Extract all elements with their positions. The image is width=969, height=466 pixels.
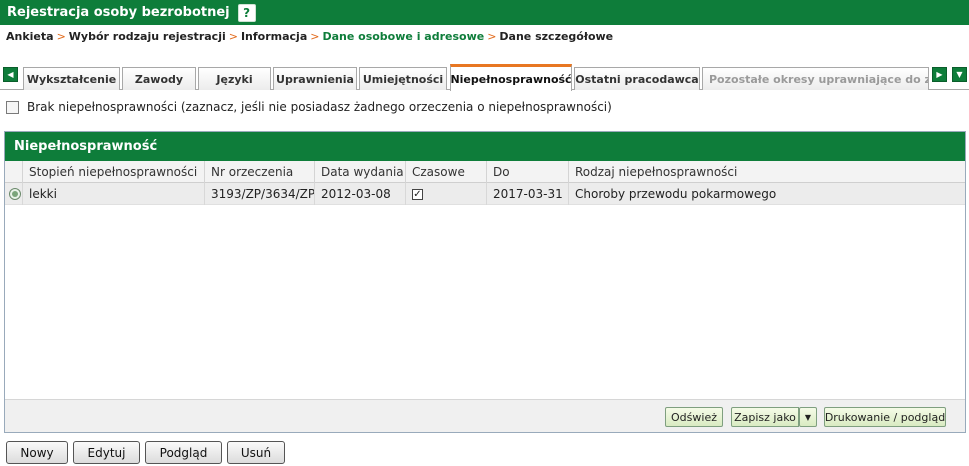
cell-do: 2017-03-31: [487, 183, 569, 205]
triangle-down-icon: ▼: [956, 69, 963, 79]
row-radio-button[interactable]: [9, 188, 21, 200]
tab-pozostale-okresy[interactable]: Pozostałe okresy uprawniające do zasi: [702, 67, 929, 90]
cell-czasowe: ✓: [406, 183, 487, 205]
chevron-down-icon: ▼: [804, 412, 812, 422]
tab-zawody[interactable]: Zawody: [122, 67, 196, 90]
tab-menu-button[interactable]: ▼: [952, 67, 967, 82]
preview-button[interactable]: Podgląd: [145, 441, 222, 464]
cell-nr-orzeczenia: 3193/ZP/3634/ZP: [205, 183, 315, 205]
panel-footer: Odśwież Zapisz jako ▼ Drukowanie / podgl…: [5, 399, 965, 432]
print-preview-button[interactable]: Drukowanie / podgląd: [824, 407, 946, 427]
tab-umiejetnosci[interactable]: Umiejętności: [359, 67, 447, 90]
panel-title: Niepełnosprawność: [5, 132, 965, 161]
delete-button[interactable]: Usuń: [227, 441, 285, 464]
czasowe-checkbox: ✓: [412, 189, 423, 200]
selector-column-header: [5, 161, 23, 183]
save-as-button[interactable]: Zapisz jako: [731, 407, 799, 427]
row-selector-cell[interactable]: [5, 183, 23, 205]
breadcrumb-item-ankieta[interactable]: Ankieta: [6, 30, 54, 43]
tab-wyksztalcenie[interactable]: Wykształcenie: [23, 67, 120, 90]
tab-ostatni-pracodawca[interactable]: Ostatni pracodawca: [574, 67, 700, 90]
no-disability-checkbox[interactable]: [6, 100, 19, 114]
column-header-stopien[interactable]: Stopień niepełnosprawności: [23, 161, 205, 183]
breadcrumb-item-dane-osobowe[interactable]: Dane osobowe i adresowe: [322, 30, 484, 43]
tab-uprawnienia[interactable]: Uprawnienia: [273, 67, 357, 90]
tab-scroll-left-button[interactable]: ◀: [3, 67, 18, 82]
table-row[interactable]: lekki 3193/ZP/3634/ZP 2012-03-08 ✓ 2017-…: [5, 183, 965, 205]
breadcrumb-separator: >: [487, 30, 497, 43]
edit-button[interactable]: Edytuj: [73, 441, 140, 464]
help-button[interactable]: ?: [237, 3, 256, 22]
tab-jezyki[interactable]: Języki: [198, 67, 271, 90]
app-title: Rejestracja osoby bezrobotnej: [7, 5, 230, 20]
no-disability-label: Brak niepełnosprawności (zaznacz, jeśli …: [27, 100, 612, 114]
tab-scroll-right-button[interactable]: ▶: [932, 67, 947, 82]
column-header-data-wydania[interactable]: Data wydania: [315, 161, 406, 183]
triangle-right-icon: ▶: [936, 69, 943, 79]
breadcrumb-item-dane-szczegolowe: Dane szczegółowe: [499, 30, 614, 43]
refresh-button[interactable]: Odśwież: [665, 407, 723, 427]
save-as-dropdown-button[interactable]: ▼: [799, 407, 817, 427]
title-bar: Rejestracja osoby bezrobotnej ?: [0, 0, 969, 25]
no-disability-option[interactable]: Brak niepełnosprawności (zaznacz, jeśli …: [6, 99, 612, 115]
cell-stopien: lekki: [23, 183, 205, 205]
breadcrumb-item-wybor[interactable]: Wybór rodzaju rejestracji: [69, 30, 226, 43]
tab-niepelnosprawnosc[interactable]: Niepełnosprawność: [450, 64, 572, 91]
tab-bar: ◀ Wykształcenie Zawody Języki Uprawnieni…: [0, 64, 969, 91]
column-header-do[interactable]: Do: [487, 161, 569, 183]
breadcrumb-separator: >: [310, 30, 320, 43]
column-header-nr-orzeczenia[interactable]: Nr orzeczenia: [205, 161, 315, 183]
grid-header: Stopień niepełnosprawności Nr orzeczenia…: [5, 161, 965, 183]
disability-panel: Niepełnosprawność Stopień niepełnosprawn…: [4, 131, 966, 433]
breadcrumb-item-informacja[interactable]: Informacja: [241, 30, 307, 43]
column-header-rodzaj[interactable]: Rodzaj niepełnosprawności: [569, 161, 965, 183]
breadcrumb: Ankieta > Wybór rodzaju rejestracji > Inform…: [6, 30, 613, 46]
triangle-left-icon: ◀: [7, 69, 14, 79]
cell-data-wydania: 2012-03-08: [315, 183, 406, 205]
breadcrumb-separator: >: [228, 30, 238, 43]
cell-rodzaj: Choroby przewodu pokarmowego: [575, 187, 777, 201]
column-header-czasowe[interactable]: Czasowe: [406, 161, 487, 183]
new-button[interactable]: Nowy: [6, 441, 68, 464]
breadcrumb-separator: >: [56, 30, 66, 43]
